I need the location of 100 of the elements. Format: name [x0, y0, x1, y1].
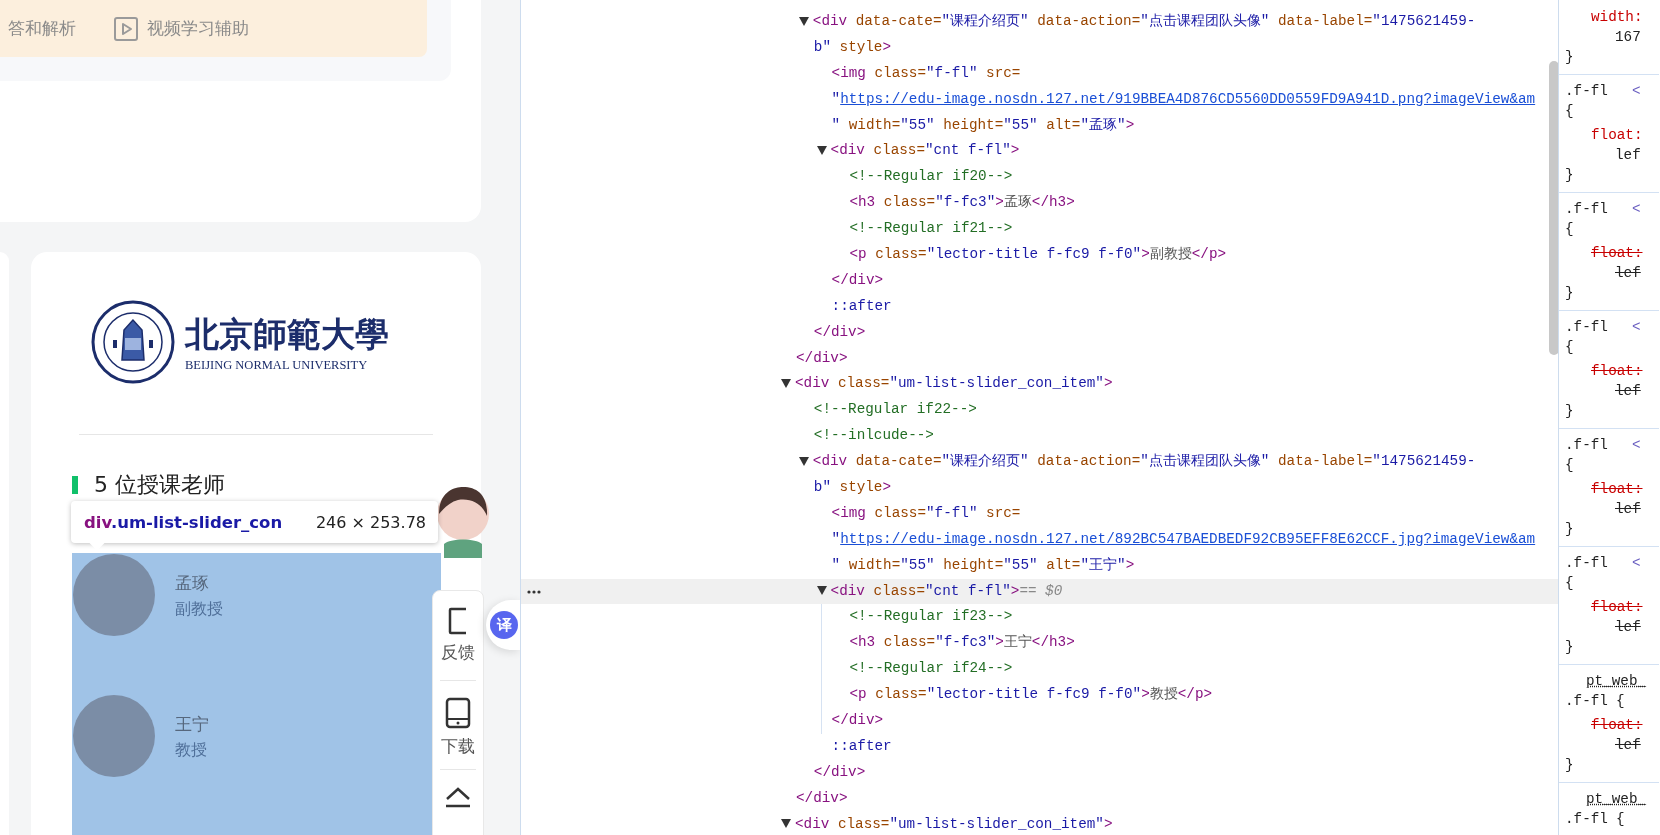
teacher-name: 孟琢 [175, 572, 210, 595]
square-outline-icon [448, 607, 468, 635]
css-brace: } [1565, 639, 1574, 655]
code-line[interactable]: <img class="f-fl" src= [521, 500, 1558, 527]
css-property: float: [1591, 717, 1643, 733]
css-brace: } [1565, 521, 1574, 537]
code-line[interactable]: <div data-cate="课程介绍页" data-action="点击课程团队头像" data-label="1475621459- [521, 449, 1558, 476]
code-line[interactable]: " width="55" height="55" alt="孟琢"> [521, 112, 1558, 139]
download-button[interactable]: 下载 [436, 680, 480, 770]
feature-label: 答和解析 [8, 17, 76, 40]
stylesheet-link[interactable]: < [1631, 437, 1641, 453]
assistant-avatar[interactable] [436, 484, 490, 558]
expand-triangle-icon[interactable] [781, 379, 791, 389]
url-link[interactable]: https://edu-image.nosdn.127.net/919BBEA4D876CD5560DD0559FD9A941D.png?imageView&am [840, 90, 1536, 107]
expand-triangle-icon[interactable] [781, 819, 791, 829]
css-value: lef [1615, 501, 1641, 517]
back-to-top-icon [444, 786, 472, 809]
url-link[interactable]: https://edu-image.nosdn.127.net/892BC547BAEDBEDF92CB95EFF8E62CCF.jpg?imageView&am [840, 530, 1536, 547]
css-brace: } [1565, 49, 1574, 65]
code-line[interactable]: <h3 class="f-fc3">孟琢</h3> [521, 190, 1558, 217]
css-brace: } [1565, 757, 1574, 773]
code-line[interactable]: <!--Regular if20--> [521, 164, 1558, 191]
stylesheet-link[interactable]: < [1631, 201, 1641, 217]
css-brace: { [1565, 221, 1574, 237]
css-property: width: [1591, 9, 1643, 25]
teacher-title: 副教授 [175, 598, 223, 620]
play-icon [114, 16, 138, 41]
code-line[interactable]: </div> [521, 345, 1558, 372]
code-line[interactable]: <p class="lector-title f-fc9 f-f0">教授</p> [521, 682, 1558, 709]
expand-triangle-icon[interactable] [798, 16, 809, 26]
css-value: lef [1615, 737, 1641, 753]
code-line[interactable]: <div data-cate="课程介绍页" data-action="点击课程团队头像" data-label="1475621459- [521, 9, 1558, 35]
code-line[interactable]: <!--Regular if22--> [521, 397, 1558, 424]
code-line[interactable]: <!--Regular if21--> [521, 216, 1558, 242]
code-line[interactable]: </div> [521, 319, 1558, 346]
css-selector: .f-fl [1565, 437, 1608, 453]
css-brace: { [1565, 457, 1574, 473]
css-selector: .f-fl [1565, 319, 1608, 335]
code-line[interactable]: " width="55" height="55" alt="王宁"> [521, 552, 1558, 579]
university-seal-icon [91, 299, 175, 384]
code-line[interactable]: "https://edu-image.nosdn.127.net/892BC547BAEDBEDF92CB95EFF8E62CCF.jpg?imageView&am [521, 526, 1558, 553]
css-brace: { [1565, 339, 1574, 355]
css-scope[interactable]: pt_web_ [1565, 789, 1659, 809]
css-property: float: [1591, 599, 1643, 615]
css-brace: { [1565, 103, 1574, 119]
code-line[interactable]: <h3 class="f-fc3">王宁</h3> [521, 630, 1558, 657]
feature-label: 视频学习辅助 [147, 17, 249, 40]
expand-triangle-icon[interactable] [816, 146, 827, 156]
stylesheet-link[interactable]: < [1631, 83, 1641, 99]
css-property: float: [1591, 127, 1643, 143]
tablet-icon [445, 696, 471, 729]
css-brace: { [1615, 811, 1625, 827]
heading-accent-bar [72, 476, 78, 494]
css-brace: { [1565, 575, 1574, 591]
css-selector: .f-fl [1565, 83, 1608, 99]
code-line[interactable]: <img class="f-fl" src= [521, 60, 1558, 87]
expand-triangle-icon[interactable] [816, 586, 827, 596]
teacher-title: 教授 [175, 739, 208, 761]
more-icon[interactable] [527, 589, 541, 594]
translate-button[interactable]: 译 [490, 611, 518, 639]
code-line[interactable]: <div class="cnt f-fl"> [521, 138, 1558, 165]
code-line[interactable]: </div> [521, 759, 1558, 786]
css-value: lef [1615, 147, 1641, 163]
code-line[interactable]: <div class="um-list-slider_con_item"> [521, 811, 1558, 835]
css-brace: } [1565, 403, 1574, 419]
css-property: float: [1591, 363, 1643, 379]
css-selector: .f-fl [1565, 201, 1608, 217]
code-line[interactable]: <div class="um-list-slider_con_item"> [521, 371, 1558, 398]
stylesheet-link[interactable]: < [1631, 319, 1641, 335]
feedback-button[interactable]: 反馈 [436, 591, 480, 680]
stylesheet-link[interactable]: < [1631, 555, 1641, 571]
code-line[interactable]: </div> [521, 785, 1558, 812]
tooltip-size: 246 × 253.78 [315, 512, 426, 532]
scrollbar-thumb[interactable] [1549, 61, 1558, 355]
css-brace: } [1565, 167, 1574, 183]
code-line[interactable]: ::after [521, 733, 1558, 760]
code-line[interactable]: <!--Regular if23--> [521, 604, 1558, 631]
code-line[interactable]: </div> [521, 708, 1558, 734]
css-value: 167 [1615, 29, 1641, 45]
code-line[interactable]: </div> [521, 267, 1558, 294]
expand-triangle-icon[interactable] [798, 456, 809, 466]
code-line[interactable]: <!--inlcude--> [521, 423, 1558, 450]
university-name: 北京師範大學 [185, 313, 389, 356]
section-heading: 5 位授课老师 [94, 471, 225, 499]
css-scope[interactable]: pt_web_ [1565, 671, 1659, 691]
css-selector: .f-fl [1565, 811, 1608, 827]
code-line[interactable]: ::after [521, 293, 1558, 320]
css-value: lef [1615, 619, 1641, 635]
css-brace: { [1615, 693, 1625, 709]
code-line[interactable]: <!--Regular if24--> [521, 656, 1558, 683]
code-line[interactable]: b" style> [521, 34, 1558, 61]
code-line[interactable]: "https://edu-image.nosdn.127.net/919BBEA4D876CD5560DD0559FD9A941D.png?imageView&am [521, 86, 1558, 113]
code-line[interactable]: <p class="lector-title f-fc9 f-f0">副教授</p> [521, 242, 1558, 268]
css-property: float: [1591, 481, 1643, 497]
css-brace: } [1565, 285, 1574, 301]
css-property: float: [1591, 245, 1643, 261]
css-value: lef [1615, 383, 1641, 399]
tooltip-selector: div.um-list-slider_con [84, 512, 283, 532]
css-value: lef [1615, 265, 1641, 281]
code-line[interactable]: b" style> [521, 475, 1558, 501]
